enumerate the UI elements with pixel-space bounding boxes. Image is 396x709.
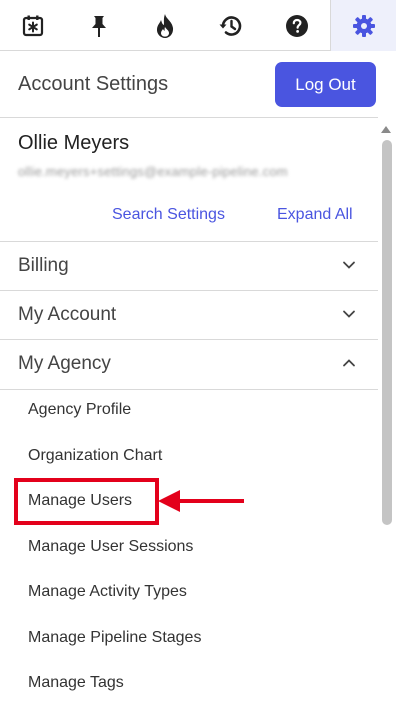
section-billing[interactable]: Billing — [0, 242, 378, 290]
history-icon — [218, 13, 244, 39]
calendar-tab[interactable] — [0, 0, 66, 51]
settings-header: Account Settings Log Out — [0, 51, 378, 118]
manage-user-sessions-link[interactable]: Manage User Sessions — [28, 538, 193, 556]
help-tab[interactable] — [264, 0, 330, 51]
chevron-down-icon — [343, 261, 355, 269]
top-toolbar — [0, 0, 396, 51]
highlight-box — [14, 478, 159, 525]
expand-all-link[interactable]: Expand All — [277, 206, 353, 224]
chevron-down-icon — [343, 310, 355, 318]
flame-icon — [154, 13, 176, 39]
scrollbar-thumb[interactable] — [382, 140, 392, 525]
user-email: ollie.meyers+settings@example-pipeline.c… — [18, 164, 288, 179]
manage-activity-types-link[interactable]: Manage Activity Types — [28, 583, 187, 601]
scroll-up-arrow-icon[interactable] — [380, 123, 392, 135]
logout-button[interactable]: Log Out — [275, 62, 376, 107]
help-icon — [285, 14, 309, 38]
pinned-tab[interactable] — [66, 0, 132, 51]
section-label: Billing — [18, 255, 69, 276]
divider — [0, 389, 378, 390]
pin-icon — [88, 14, 110, 38]
page-title: Account Settings — [18, 73, 169, 95]
annotation-arrow-icon — [158, 490, 244, 512]
section-my-account[interactable]: My Account — [0, 291, 378, 339]
agency-profile-link[interactable]: Agency Profile — [28, 401, 131, 419]
chevron-up-icon — [343, 359, 355, 367]
settings-tab[interactable] — [330, 0, 396, 51]
manage-tags-link[interactable]: Manage Tags — [28, 674, 124, 692]
hot-tab[interactable] — [132, 0, 198, 51]
gear-icon — [352, 14, 376, 38]
search-settings-link[interactable]: Search Settings — [112, 206, 225, 224]
section-my-agency[interactable]: My Agency — [0, 340, 378, 388]
history-tab[interactable] — [198, 0, 264, 51]
section-label: My Agency — [18, 353, 111, 374]
user-name: Ollie Meyers — [18, 132, 130, 154]
organization-chart-link[interactable]: Organization Chart — [28, 447, 162, 465]
manage-pipeline-stages-link[interactable]: Manage Pipeline Stages — [28, 629, 201, 647]
section-label: My Account — [18, 304, 117, 325]
calendar-star-icon — [21, 14, 45, 38]
